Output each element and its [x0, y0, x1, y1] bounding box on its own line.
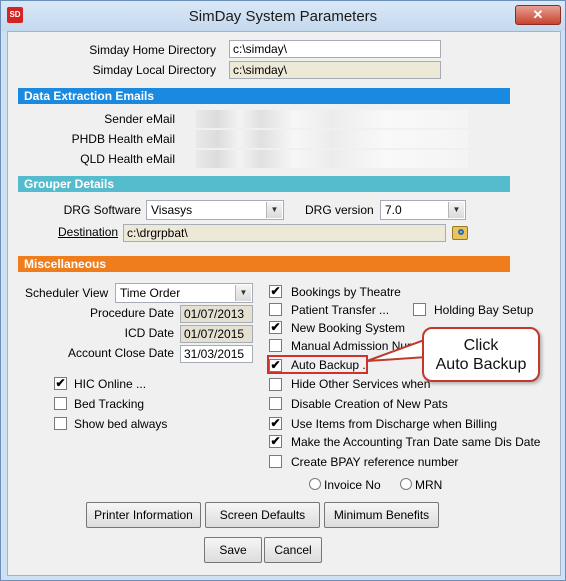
local-directory-field[interactable]: c:\simday\	[229, 61, 441, 79]
hide-other-services-checkbox[interactable]	[269, 378, 282, 391]
patient-transfer-label[interactable]: Patient Transfer ...	[291, 303, 389, 317]
hic-online-checkbox[interactable]: ✔	[54, 377, 67, 390]
drg-software-select[interactable]: Visasys ▼	[146, 200, 284, 220]
disable-creation-label[interactable]: Disable Creation of New Pats	[291, 397, 448, 411]
mrn-radio[interactable]	[400, 478, 412, 490]
sender-email-field[interactable]	[196, 110, 468, 128]
make-accounting-checkbox[interactable]: ✔	[269, 435, 282, 448]
title-bar[interactable]: SD SimDay System Parameters ✕	[1, 1, 565, 31]
chevron-down-icon[interactable]: ▼	[266, 202, 282, 218]
drg-version-value: 7.0	[385, 203, 402, 217]
qld-email-label: QLD Health eMail	[80, 152, 175, 166]
icd-date-label: ICD Date	[124, 326, 174, 340]
bookings-by-theatre-checkbox[interactable]: ✔	[269, 285, 282, 298]
bookings-by-theatre-label[interactable]: Bookings by Theatre	[291, 285, 401, 299]
drg-version-select[interactable]: 7.0 ▼	[380, 200, 466, 220]
mrn-label[interactable]: MRN	[415, 478, 442, 492]
drg-software-value: Visasys	[151, 203, 193, 217]
local-directory-label: Simday Local Directory	[92, 63, 216, 77]
instruction-callout: Click Auto Backup	[422, 327, 540, 382]
scheduler-view-label: Scheduler View	[25, 286, 109, 300]
invoice-no-label[interactable]: Invoice No	[324, 478, 381, 492]
chevron-down-icon[interactable]: ▼	[235, 285, 251, 301]
holding-bay-label[interactable]: Holding Bay Setup	[434, 303, 533, 317]
auto-backup-highlight	[267, 355, 368, 374]
sender-email-label: Sender eMail	[104, 112, 175, 126]
disable-creation-checkbox[interactable]	[269, 397, 282, 410]
bed-tracking-label[interactable]: Bed Tracking	[74, 397, 144, 411]
use-items-checkbox[interactable]: ✔	[269, 417, 282, 430]
qld-email-field[interactable]	[196, 150, 468, 168]
section-header-emails: Data Extraction Emails	[18, 88, 510, 104]
home-directory-label: Simday Home Directory	[89, 43, 216, 57]
printer-information-button[interactable]: Printer Information	[86, 502, 201, 528]
home-directory-field[interactable]: c:\simday\	[229, 40, 441, 58]
scheduler-view-select[interactable]: Time Order ▼	[115, 283, 253, 303]
account-close-date-label: Account Close Date	[67, 346, 174, 360]
holding-bay-checkbox[interactable]	[413, 303, 426, 316]
patient-transfer-checkbox[interactable]	[269, 303, 282, 316]
phdb-email-field[interactable]	[196, 130, 468, 148]
system-parameters-window: SD SimDay System Parameters ✕ Simday Hom…	[0, 0, 566, 581]
window-title: SimDay System Parameters	[188, 8, 378, 25]
minimum-benefits-button[interactable]: Minimum Benefits	[324, 502, 439, 528]
chevron-down-icon[interactable]: ▼	[448, 202, 464, 218]
account-close-date-field[interactable]: 31/03/2015	[180, 345, 253, 363]
procedure-date-label: Procedure Date	[89, 306, 174, 320]
create-bpay-label[interactable]: Create BPAY reference number	[291, 455, 458, 469]
drg-software-label: DRG Software	[63, 203, 141, 217]
new-booking-system-checkbox[interactable]: ✔	[269, 321, 282, 334]
procedure-date-field[interactable]: 01/07/2013	[180, 305, 253, 323]
cancel-button[interactable]: Cancel	[264, 537, 322, 563]
screen-defaults-button[interactable]: Screen Defaults	[205, 502, 320, 528]
callout-line-1: Click	[463, 337, 499, 354]
browse-folder-icon[interactable]	[452, 226, 468, 240]
manual-admission-checkbox[interactable]	[269, 339, 282, 352]
drg-version-label: DRG version	[305, 203, 374, 217]
dialog-body: Simday Home Directory c:\simday\ Simday …	[7, 31, 561, 576]
make-accounting-label[interactable]: Make the Accounting Tran Date same Dis D…	[291, 435, 540, 449]
section-header-grouper: Grouper Details	[18, 176, 510, 192]
destination-label: Destination	[58, 225, 119, 239]
section-header-misc: Miscellaneous	[18, 256, 510, 272]
create-bpay-checkbox[interactable]	[269, 455, 282, 468]
hide-other-services-label[interactable]: Hide Other Services when	[291, 377, 430, 391]
bed-tracking-checkbox[interactable]	[54, 397, 67, 410]
show-bed-always-label[interactable]: Show bed always	[74, 417, 167, 431]
destination-field[interactable]: c:\drgrpbat\	[123, 224, 446, 242]
save-button[interactable]: Save	[204, 537, 262, 563]
icd-date-field[interactable]: 01/07/2015	[180, 325, 253, 343]
invoice-no-radio[interactable]	[309, 478, 321, 490]
callout-pointer	[366, 337, 428, 362]
show-bed-always-checkbox[interactable]	[54, 417, 67, 430]
use-items-label[interactable]: Use Items from Discharge when Billing	[291, 417, 497, 431]
hic-online-label[interactable]: HIC Online ...	[74, 377, 146, 391]
phdb-email-label: PHDB Health eMail	[71, 132, 175, 146]
close-button[interactable]: ✕	[515, 5, 561, 25]
callout-line-2: Auto Backup	[435, 356, 527, 373]
scheduler-view-value: Time Order	[120, 286, 181, 300]
